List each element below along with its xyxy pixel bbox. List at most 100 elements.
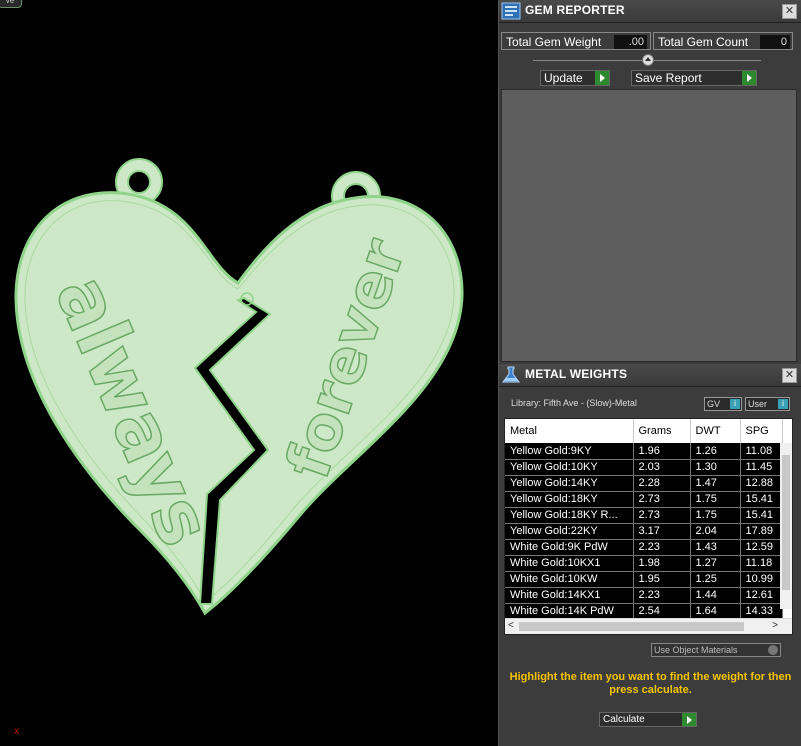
dwt-cell: 2.04 (690, 523, 741, 540)
gem-reporter-icon (501, 2, 521, 20)
metal-table[interactable]: Metal Grams DWT SPG Yellow Gold:9KY 1.96 1… (504, 418, 793, 635)
gem-reporter-titlebar[interactable]: GEM REPORTER ✕ (499, 0, 801, 23)
metal-cell: Yellow Gold:22KY (505, 523, 634, 540)
column-header[interactable]: SPG (740, 419, 783, 443)
column-header[interactable]: DWT (690, 419, 741, 443)
grams-cell: 2.28 (633, 475, 691, 492)
play-arrow-icon (682, 713, 696, 726)
dwt-cell: 1.27 (690, 555, 741, 572)
grams-cell: 2.73 (633, 491, 691, 508)
gem-reporter-panel: GEM REPORTER ✕ Total Gem Weight .00 Tota… (498, 0, 801, 364)
info-icon: i (778, 399, 788, 409)
grams-cell: 2.73 (633, 507, 691, 524)
metal-cell: Yellow Gold:10KY (505, 459, 634, 476)
horizontal-scrollbar[interactable]: < > (505, 618, 792, 634)
play-arrow-icon (742, 71, 756, 85)
dwt-cell: 1.25 (690, 571, 741, 588)
scrollbar-thumb[interactable] (519, 622, 744, 631)
metal-cell: Yellow Gold:9KY (505, 443, 634, 460)
dwt-cell: 1.30 (690, 459, 741, 476)
table-row[interactable]: White Gold:10KW 1.95 1.25 10.99 (505, 571, 783, 588)
heart-pendant-model[interactable]: always forever (0, 0, 498, 746)
grams-cell: 2.23 (633, 539, 691, 556)
column-header[interactable]: Metal (505, 419, 634, 443)
dwt-cell: 1.75 (690, 491, 741, 508)
dwt-cell: 1.43 (690, 539, 741, 556)
update-button[interactable]: Update (540, 70, 610, 86)
use-object-materials-button[interactable]: Use Object Materials (651, 643, 781, 657)
user-toggle[interactable]: User i (745, 397, 790, 411)
gv-toggle-label: GV (707, 399, 721, 409)
spg-cell: 15.41 (740, 491, 783, 508)
gem-reporter-title: GEM REPORTER (525, 3, 625, 17)
dwt-cell: 1.47 (690, 475, 741, 492)
grams-cell: 2.54 (633, 603, 691, 620)
metal-cell: White Gold:14KX1 (505, 587, 634, 604)
grams-cell: 1.96 (633, 443, 691, 460)
table-row[interactable]: Yellow Gold:18KY 2.73 1.75 15.41 (505, 491, 783, 508)
dwt-cell: 1.26 (690, 443, 741, 460)
save-report-button-label: Save Report (635, 71, 702, 85)
metal-cell: Yellow Gold:14KY (505, 475, 634, 492)
use-object-materials-label: Use Object Materials (654, 645, 738, 655)
save-report-button[interactable]: Save Report (631, 70, 757, 86)
spg-cell: 17.89 (740, 523, 783, 540)
metal-cell: White Gold:9K PdW (505, 539, 634, 556)
metal-weights-panel: METAL WEIGHTS ✕ Library: Fifth Ave - (Sl… (498, 364, 801, 746)
table-row[interactable]: Yellow Gold:9KY 1.96 1.26 11.08 (505, 443, 783, 460)
grams-cell: 2.23 (633, 587, 691, 604)
calculate-button[interactable]: Calculate (599, 712, 697, 727)
table-row[interactable]: White Gold:14K PdW 2.54 1.64 14.33 (505, 603, 783, 620)
table-row[interactable]: White Gold:10KX1 1.98 1.27 11.18 (505, 555, 783, 572)
spg-cell: 11.45 (740, 459, 783, 476)
spg-cell: 12.88 (740, 475, 783, 492)
grams-cell: 3.17 (633, 523, 691, 540)
spg-cell: 11.18 (740, 555, 783, 572)
metal-cell: Yellow Gold:18KY (505, 491, 634, 508)
spg-cell: 12.61 (740, 587, 783, 604)
grams-cell: 2.03 (633, 459, 691, 476)
flask-icon (502, 366, 520, 383)
gv-toggle[interactable]: GV i (704, 397, 742, 411)
scroll-left-icon[interactable]: < (508, 620, 514, 631)
spg-cell: 10.99 (740, 571, 783, 588)
spg-cell: 11.08 (740, 443, 783, 460)
scroll-right-icon[interactable]: > (772, 620, 778, 631)
total-gem-weight-value: .00 (614, 35, 647, 49)
dwt-cell: 1.75 (690, 507, 741, 524)
spg-cell: 14.33 (740, 603, 783, 620)
vertical-scrollbar[interactable] (780, 443, 792, 609)
instruction-text: Highlight the item you want to find the … (509, 671, 792, 696)
table-row[interactable]: Yellow Gold:18KY R... 2.73 1.75 15.41 (505, 507, 783, 524)
gem-report-area[interactable] (501, 89, 797, 362)
scrollbar-thumb[interactable] (782, 455, 790, 590)
metal-weights-title: METAL WEIGHTS (525, 367, 628, 381)
metal-weights-titlebar[interactable]: METAL WEIGHTS ✕ (499, 364, 801, 387)
total-gem-weight-label: Total Gem Weight (506, 35, 602, 49)
column-header[interactable]: Grams (633, 419, 691, 443)
metal-cell: White Gold:10KX1 (505, 555, 634, 572)
table-row[interactable]: Yellow Gold:10KY 2.03 1.30 11.45 (505, 459, 783, 476)
table-header-row: Metal Grams DWT SPG (505, 419, 783, 443)
axis-x-indicator: x (14, 726, 19, 737)
user-toggle-label: User (748, 399, 768, 409)
radio-circle-icon (768, 645, 778, 655)
calculate-button-label: Calculate (603, 714, 645, 725)
close-icon[interactable]: ✕ (782, 4, 797, 19)
metal-cell: White Gold:10KW (505, 571, 634, 588)
update-button-label: Update (544, 71, 583, 85)
info-icon: i (730, 399, 740, 409)
spg-cell: 12.59 (740, 539, 783, 556)
gem-slider-handle[interactable] (642, 54, 654, 66)
table-row[interactable]: White Gold:14KX1 2.23 1.44 12.61 (505, 587, 783, 604)
total-gem-count-value: 0 (760, 35, 790, 49)
close-icon[interactable]: ✕ (782, 368, 797, 383)
table-row[interactable]: White Gold:9K PdW 2.23 1.43 12.59 (505, 539, 783, 556)
table-row[interactable]: Yellow Gold:14KY 2.28 1.47 12.88 (505, 475, 783, 492)
play-arrow-icon (595, 71, 609, 85)
table-row[interactable]: Yellow Gold:22KY 3.17 2.04 17.89 (505, 523, 783, 540)
viewport[interactable]: ve always forever x (0, 0, 498, 746)
total-gem-count-label: Total Gem Count (658, 35, 749, 49)
metal-cell: Yellow Gold:18KY R... (505, 507, 634, 524)
grams-cell: 1.95 (633, 571, 691, 588)
